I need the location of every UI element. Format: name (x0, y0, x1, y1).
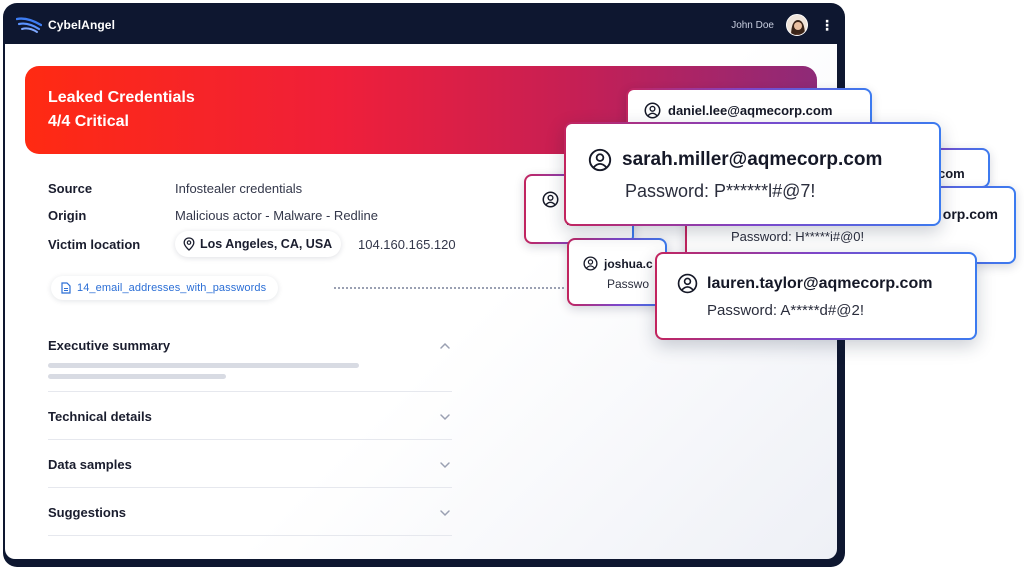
source-value: Infostealer credentials (175, 180, 303, 196)
section-title: Data samples (48, 457, 132, 472)
credential-card-featured[interactable]: sarah.miller@aqmecorp.com Password: P***… (564, 122, 941, 226)
credential-email-row: joshua.c (583, 256, 665, 271)
origin-label: Origin (48, 207, 87, 223)
credential-email-row: sarah.miller@aqmecorp.com (588, 148, 939, 172)
user-circle-icon (644, 102, 661, 119)
user-circle-icon (677, 273, 698, 294)
chevron-down-icon[interactable] (438, 458, 452, 472)
accordion-executive-summary[interactable]: Executive summary (48, 334, 452, 392)
section-title: Technical details (48, 409, 152, 424)
credential-email-row: daniel.lee@aqmecorp.com (644, 102, 870, 119)
avatar-image-icon (787, 15, 807, 35)
chevron-down-icon[interactable] (438, 506, 452, 520)
credential-password: Password: A*****d#@2! (707, 302, 864, 319)
accordion-suggestions[interactable]: Suggestions (48, 488, 452, 536)
credential-email: daniel.lee@aqmecorp.com (668, 103, 833, 118)
location-pill[interactable]: Los Angeles, CA, USA (175, 231, 342, 257)
document-icon (61, 282, 71, 294)
summary-placeholder-line (48, 363, 359, 368)
summary-placeholder-line (48, 374, 226, 379)
top-navbar: CybelAngel John Doe ⋮ (8, 3, 840, 47)
section-title: Executive summary (48, 338, 171, 353)
brand[interactable]: CybelAngel (16, 16, 115, 34)
origin-value: Malicious actor - Malware - Redline (175, 207, 379, 223)
user-area: John Doe ⋮ (731, 14, 834, 36)
victim-ip: 104.160.165.120 (358, 236, 456, 252)
credential-email: com (938, 166, 965, 181)
credential-password: Password: H*****i#@0! (731, 229, 865, 244)
credential-card-featured[interactable]: lauren.taylor@aqmecorp.com Password: A**… (655, 252, 977, 340)
connector-dotted-line (334, 287, 564, 289)
credential-card[interactable]: joshua.c Passwo (567, 238, 667, 306)
chevron-up-icon[interactable] (438, 339, 452, 353)
credential-email: sarah.miller@aqmecorp.com (622, 149, 883, 170)
credential-email: joshua.c (604, 256, 653, 271)
accordion-technical-details[interactable]: Technical details (48, 392, 452, 440)
user-name: John Doe (731, 19, 774, 31)
credential-email: lauren.taylor@aqmecorp.com (707, 274, 933, 292)
accordion-data-samples[interactable]: Data samples (48, 440, 452, 488)
victim-label: Victim location (48, 236, 141, 252)
alert-severity: 4/4 Critical (48, 113, 129, 130)
kebab-menu-icon[interactable]: ⋮ (820, 18, 834, 32)
brand-name: CybelAngel (48, 18, 116, 32)
credential-password: Password: P******l#@7! (625, 181, 816, 201)
credential-email-row: lauren.taylor@aqmecorp.com (677, 273, 975, 294)
source-label: Source (48, 180, 93, 196)
victim-location: Los Angeles, CA, USA (200, 237, 333, 251)
credential-email: orp.com (942, 206, 998, 222)
alert-title: Leaked Credentials (48, 89, 195, 106)
user-circle-icon (583, 256, 598, 271)
location-pin-icon (183, 237, 195, 251)
cybelangel-logo-icon (16, 17, 42, 33)
chevron-down-icon[interactable] (438, 410, 452, 424)
avatar[interactable] (786, 14, 808, 36)
section-title: Suggestions (48, 505, 127, 520)
credential-email-row: com (938, 166, 988, 181)
user-circle-icon (542, 191, 559, 208)
user-circle-icon (588, 148, 612, 172)
attachment-filename: 14_email_addresses_with_passwords (77, 282, 267, 294)
attachment-pill[interactable]: 14_email_addresses_with_passwords (51, 276, 279, 300)
